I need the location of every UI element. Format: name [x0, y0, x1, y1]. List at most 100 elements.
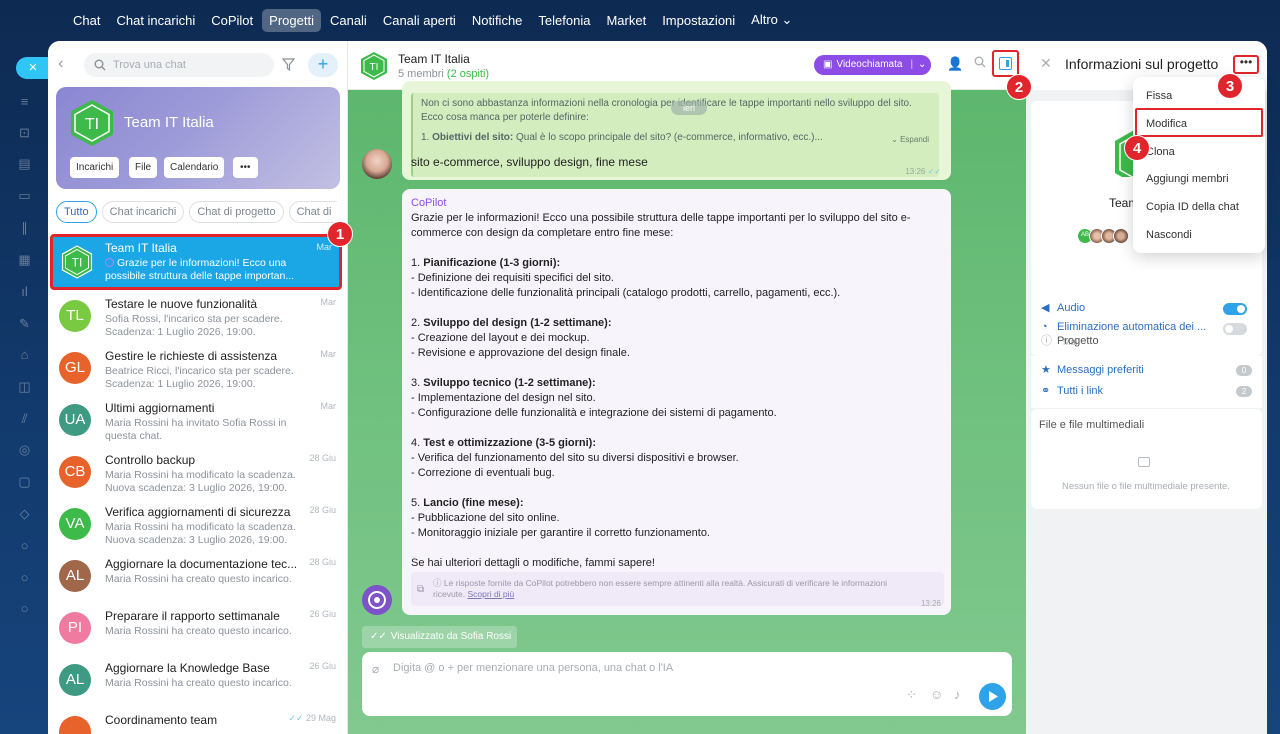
svg-text:TI: TI — [85, 116, 99, 133]
chat-row[interactable]: GL Gestire le richieste di assistenza Ma… — [48, 342, 348, 394]
chat-row[interactable]: AL Aggiornare la Knowledge Base 26 Giu M… — [48, 654, 348, 706]
menu-item-add-members[interactable]: Aggiungi membri — [1146, 173, 1229, 185]
chat-row[interactable]: CB Controllo backup 28 Giu Maria Rossini… — [48, 446, 348, 498]
copilot-icon[interactable]: ◎ — [16, 443, 33, 457]
message-input[interactable]: Digita @ o + per menzionare una persona,… — [393, 662, 673, 674]
nav-item[interactable]: Altro ⌄ — [744, 8, 799, 32]
nav-item[interactable]: Chat incarichi — [109, 9, 202, 32]
box-icon[interactable]: ◇ — [16, 507, 33, 521]
menu-item-copy-id[interactable]: Copia ID della chat — [1146, 201, 1239, 213]
microphone-icon[interactable]: ♪ — [954, 687, 961, 702]
nav-item[interactable]: Impostazioni — [655, 9, 742, 32]
robot-icon[interactable]: ⌂ — [16, 348, 33, 362]
chat-title[interactable]: Team IT Italia — [398, 52, 470, 66]
tasks-button[interactable]: Incarichi — [70, 157, 120, 178]
chat-name: Ultimi aggiornamenti — [105, 401, 215, 415]
tab-project-chats[interactable]: Chat di progetto — [189, 201, 284, 223]
filter-tabs: Tutto Chat incarichi Chat di progetto Ch… — [56, 201, 337, 223]
audio-toggle[interactable] — [1223, 303, 1247, 315]
message-time: 13:26 ✓✓ — [905, 167, 941, 176]
nav-item[interactable]: Telefonia — [531, 9, 597, 32]
copilot-text: Grazie per le informazioni! Ecco una pos… — [411, 212, 911, 569]
chat-row[interactable]: UA Ultimi aggiornamenti Mar Maria Rossin… — [48, 394, 348, 446]
nav-item[interactable]: Progetti — [262, 8, 321, 32]
calendar-icon[interactable]: ▤ — [16, 157, 33, 171]
chevron-down-icon[interactable]: ⌄ — [918, 59, 926, 70]
chat-avatar: TL — [59, 300, 91, 332]
close-icon[interactable]: ✕ — [1040, 55, 1052, 72]
tab-all[interactable]: Tutto — [56, 201, 97, 223]
learn-more-link[interactable]: Scopri di più — [468, 589, 515, 599]
planner-icon[interactable]: ▦ — [16, 253, 33, 267]
side-panel-toggle-icon[interactable] — [992, 50, 1019, 77]
chat-time: 28 Giu — [309, 453, 336, 463]
cart-icon[interactable]: ⊡ — [16, 126, 33, 140]
bot-icon[interactable]: ◫ — [16, 380, 33, 394]
search-icon[interactable] — [974, 56, 986, 71]
emoji-icon[interactable]: ☺ — [930, 687, 943, 702]
tab-more[interactable]: Chat di — [288, 201, 337, 223]
files-button[interactable]: File — [129, 157, 158, 178]
add-member-icon[interactable]: 👤 — [947, 56, 963, 72]
links-link[interactable]: ⚭ Tutti i link — [1041, 384, 1103, 397]
stats-icon[interactable]: ⫽ — [16, 412, 33, 426]
nav-item[interactable]: Chat — [66, 9, 107, 32]
chat-row[interactable]: VA Verifica aggiornamenti di sicurezza 2… — [48, 498, 348, 550]
video-call-button[interactable]: ▣ Videochiamata | ⌄ — [814, 55, 931, 75]
chat-row-selected[interactable]: TI Team IT Italia Mar Grazie per le info… — [50, 234, 342, 290]
app-icon[interactable]: ○ — [16, 539, 33, 553]
copy-icon[interactable]: ⧉ — [417, 584, 424, 595]
chat-preview: Maria Rossini ha modificato la scadenza.… — [105, 469, 296, 494]
nav-item[interactable]: Canali aperti — [376, 9, 463, 32]
chat-row[interactable]: TL Testare le nuove funzionalità Mar Sof… — [48, 290, 348, 342]
attach-icon[interactable]: ⌀ — [372, 662, 379, 676]
svg-text:TI: TI — [72, 256, 83, 270]
books-icon[interactable]: ∥ — [16, 221, 33, 235]
user-avatar[interactable] — [362, 149, 392, 179]
chart-icon[interactable]: ıl — [16, 285, 33, 299]
tab-task-chats[interactable]: Chat incarichi — [101, 201, 185, 223]
menu-item-edit[interactable]: Modifica — [1146, 118, 1187, 130]
audio-row[interactable]: ◀ Audio — [1041, 301, 1085, 314]
chat-members[interactable]: 5 membri (2 ospiti) — [398, 68, 489, 80]
filter-icon[interactable]: ≡ — [16, 95, 33, 109]
nav-item[interactable]: Canali — [323, 9, 374, 32]
calendar-button[interactable]: Calendario — [164, 157, 225, 178]
chat-time: 28 Giu — [309, 505, 336, 515]
more-button[interactable]: ••• — [233, 157, 258, 178]
search-input[interactable]: Trova una chat — [84, 53, 274, 77]
message-composer[interactable]: ⌀ Digita @ o + per menzionare una person… — [362, 652, 1012, 716]
favorites-link[interactable]: ★ Messaggi preferiti — [1041, 363, 1144, 376]
copilot-avatar — [362, 585, 392, 615]
svg-text:TI: TI — [370, 62, 379, 73]
menu-item-pin[interactable]: Fissa — [1146, 90, 1172, 102]
add-chat-button[interactable]: + — [308, 53, 338, 77]
pen-icon[interactable]: ✎ — [16, 317, 33, 331]
apps-icon[interactable]: ⁘ — [906, 687, 917, 703]
expand-link[interactable]: ⌄ Espandi — [891, 135, 929, 144]
chat-row[interactable]: AL Aggiornare la documentazione tec... 2… — [48, 550, 348, 602]
project-row[interactable]: ⓘ Progetto — [1041, 332, 1099, 348]
step-marker: 1 — [327, 221, 353, 247]
link-icon: ⚭ — [1041, 385, 1051, 397]
filter-icon[interactable] — [281, 58, 296, 74]
card-icon[interactable]: ▭ — [16, 189, 33, 203]
chat-row[interactable]: Coordinamento team ✓✓ 29 Mag — [48, 706, 348, 734]
app-icon[interactable]: ○ — [16, 602, 33, 616]
chat-name: Verifica aggiornamenti di sicurezza — [105, 505, 291, 519]
nav-item[interactable]: Notifiche — [465, 9, 530, 32]
chat-row[interactable]: PI Preparare il rapporto settimanale 26 … — [48, 602, 348, 654]
app-icon[interactable]: ○ — [16, 571, 33, 585]
send-button[interactable] — [979, 683, 1006, 710]
chat-time: Mar — [316, 242, 333, 252]
nav-item[interactable]: Market — [599, 9, 653, 32]
auto-delete-toggle[interactable] — [1223, 323, 1247, 335]
sign-icon[interactable]: ▢ — [16, 475, 33, 489]
menu-item-clone[interactable]: Clona — [1146, 146, 1175, 158]
more-options-button[interactable]: ••• — [1233, 55, 1259, 74]
back-arrow-icon[interactable]: ‹ — [58, 55, 72, 73]
menu-item-hide[interactable]: Nascondi — [1146, 229, 1192, 241]
close-icon[interactable]: × — [16, 57, 50, 79]
nav-item[interactable]: CoPilot — [204, 9, 260, 32]
chat-header-avatar[interactable]: Team IT Italia TI — [360, 51, 388, 81]
